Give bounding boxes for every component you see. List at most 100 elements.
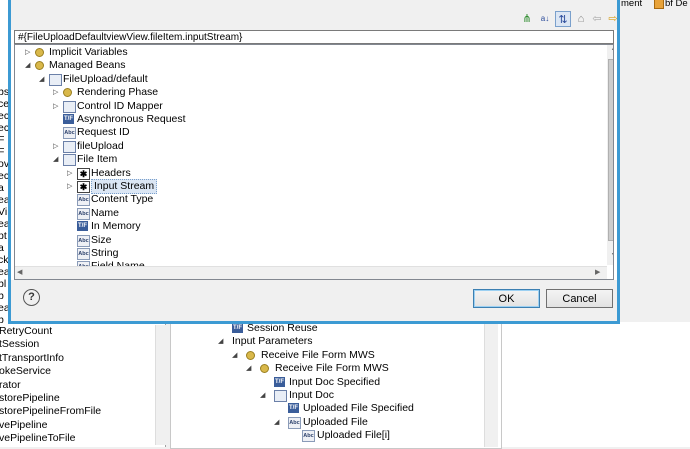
boolean-type-icon: T/F	[274, 376, 285, 387]
left-list-item[interactable]: storePipelineFromFile	[0, 405, 101, 418]
tree-row[interactable]: ▷ fileUpload	[15, 140, 605, 153]
bean-icon	[35, 48, 44, 57]
properties-tree-label: Input Doc Specified	[289, 375, 381, 388]
collapsed-twisty-icon[interactable]: ▷	[53, 86, 61, 99]
dialog-footer: ? OK Cancel	[11, 280, 617, 321]
collapsed-twisty-icon[interactable]: ▷	[53, 100, 61, 113]
tree-row-label: Rendering Phase	[77, 86, 159, 99]
tree-row-label: Managed Beans	[49, 59, 126, 72]
dialog-toolbar: ⋔ a↓ ⇅ ⌂ ⇦ ⇨	[11, 8, 618, 30]
hierarchy-icon[interactable]: ⋔	[519, 11, 535, 27]
string-type-icon: Abc	[77, 248, 90, 260]
left-list-item[interactable]: vePipeline	[0, 419, 47, 432]
properties-tree-row[interactable]: ◢ Receive File Form MWS	[170, 362, 480, 375]
left-list-item[interactable]: tTransportInfo	[0, 352, 64, 365]
string-type-icon: Abc	[77, 194, 90, 207]
tree-row[interactable]: ▷ Control ID Mapper	[15, 100, 605, 113]
string-type-icon: Abc	[302, 430, 315, 443]
properties-tree-row[interactable]: Abc Uploaded File[i]	[170, 429, 480, 443]
bean-tree: ▷ Implicit Variables ◢ Managed Beans ◢ FileUp…	[14, 44, 614, 280]
left-list-item[interactable]: RetryCount	[0, 325, 52, 338]
properties-tree-row[interactable]: T/F Uploaded File Specified	[170, 402, 480, 415]
expanded-twisty-icon[interactable]: ◢	[260, 389, 268, 402]
forward-arrow-icon[interactable]: ⇨	[605, 11, 621, 27]
left-list-item[interactable]: okeService	[0, 365, 51, 378]
sort-az-icon[interactable]: a↓	[537, 11, 553, 27]
string-type-icon: Abc	[77, 234, 90, 247]
tree-row[interactable]: Abc Request ID	[15, 126, 605, 140]
properties-tree-label: Uploaded File[i]	[317, 429, 390, 442]
properties-tree-row[interactable]: ◢ Input Doc	[170, 389, 480, 402]
expanded-twisty-icon[interactable]: ◢	[25, 59, 33, 72]
cancel-button[interactable]: Cancel	[546, 289, 613, 308]
properties-tree-label: Uploaded File Specified	[303, 402, 414, 415]
tree-horizontal-scrollbar[interactable]: ◀ ▶	[15, 266, 607, 279]
left-list-item[interactable]: tSession	[0, 338, 39, 351]
collapsed-twisty-icon[interactable]: ▷	[67, 167, 75, 180]
expanded-twisty-icon[interactable]: ◢	[39, 73, 47, 86]
collapsed-twisty-icon[interactable]: ▷	[67, 180, 75, 193]
bean-icon	[63, 88, 72, 98]
filter-icon[interactable]: ⇅	[555, 11, 571, 27]
right-panel	[502, 322, 690, 447]
tree-row[interactable]: Abc Name	[15, 207, 605, 220]
dialog-header-strip	[11, 0, 617, 8]
properties-tree-label: Uploaded File	[303, 415, 368, 428]
properties-tree-row[interactable]: T/F Input Doc Specified	[170, 376, 480, 389]
expanded-twisty-icon[interactable]: ◢	[232, 349, 240, 362]
tree-row[interactable]: ▷ Implicit Variables	[15, 46, 605, 59]
scroll-left-icon[interactable]: ◀	[17, 268, 22, 276]
properties-tree: T/F Session Reuse ◢ Input Parameters ◢ Receiv…	[170, 322, 490, 447]
tree-row[interactable]: ◢ Managed Beans	[15, 59, 605, 72]
tree-row-label: Input Stream	[91, 179, 158, 194]
properties-tree-row[interactable]: ◢ Input Parameters	[170, 335, 480, 348]
scroll-thumb[interactable]	[608, 59, 613, 241]
back-arrow-icon[interactable]: ⇦	[589, 11, 605, 27]
tree-row[interactable]: Abc Size	[15, 234, 605, 247]
tree-row[interactable]: ▷ ✱ Input Stream	[15, 179, 605, 194]
tree-row[interactable]: T/F Asynchronous Request	[15, 113, 605, 126]
expanded-twisty-icon[interactable]: ◢	[53, 153, 61, 166]
boolean-type-icon: T/F	[77, 221, 88, 232]
tree-row-label: Headers	[91, 166, 131, 179]
scroll-right-icon[interactable]: ▶	[595, 268, 600, 276]
expanded-twisty-icon[interactable]: ◢	[274, 416, 282, 429]
ok-button[interactable]: OK	[473, 289, 540, 308]
left-scrollbar[interactable]	[155, 325, 166, 445]
tree-row-label: Name	[91, 206, 120, 219]
tree-row-label: Control ID Mapper	[77, 99, 163, 112]
help-icon[interactable]: ?	[23, 289, 40, 306]
properties-tree-row[interactable]: ◢ Abc Uploaded File	[170, 416, 480, 429]
scroll-down-icon[interactable]: ▼	[608, 252, 613, 264]
left-list-item[interactable]: storePipeline	[0, 392, 60, 405]
expression-field[interactable]: #{FileUploadDefaultviewView.fileItem.inp…	[14, 30, 614, 44]
properties-tree-label: Receive File Form MWS	[275, 362, 389, 375]
tree-row-label: Request ID	[77, 126, 130, 139]
expanded-twisty-icon[interactable]: ◢	[218, 335, 226, 348]
tree-row[interactable]: ▷ Rendering Phase	[15, 86, 605, 99]
left-list-item[interactable]: rator	[0, 379, 21, 392]
tree-row[interactable]: ◢ File Item	[15, 153, 605, 167]
tree-row-label: Content Type	[91, 193, 154, 206]
tree-row[interactable]: ▷ ✱ Headers	[15, 167, 605, 180]
top-right-label-1[interactable]: ment	[621, 0, 642, 9]
tree-row[interactable]: T/F In Memory	[15, 220, 605, 233]
bean-class-icon	[63, 154, 76, 167]
properties-tree-label: Input Parameters	[232, 335, 313, 348]
tree-row[interactable]: ◢ FileUpload/default	[15, 73, 605, 86]
properties-tree-row[interactable]: ◢ Receive File Form MWS	[170, 349, 480, 362]
scroll-up-icon[interactable]: ▲	[608, 45, 613, 57]
home-icon[interactable]: ⌂	[573, 11, 589, 27]
tree-row[interactable]: Abc Content Type	[15, 193, 605, 207]
tree-row-label: fileUpload	[77, 139, 124, 152]
collapsed-twisty-icon[interactable]: ▷	[53, 140, 61, 153]
left-list-item[interactable]: vePipelineToFile	[0, 432, 75, 445]
object-icon: ✱	[77, 167, 90, 180]
top-right-label-2[interactable]: bf De	[665, 0, 688, 9]
tree-vertical-scrollbar[interactable]: ▲ ▼	[607, 45, 613, 265]
tree-row[interactable]: Abc String	[15, 247, 605, 260]
properties-tree-label: Input Doc	[289, 389, 334, 401]
collapsed-twisty-icon[interactable]: ▷	[25, 46, 33, 59]
bean-class-icon	[63, 100, 76, 113]
expanded-twisty-icon[interactable]: ◢	[246, 362, 254, 375]
